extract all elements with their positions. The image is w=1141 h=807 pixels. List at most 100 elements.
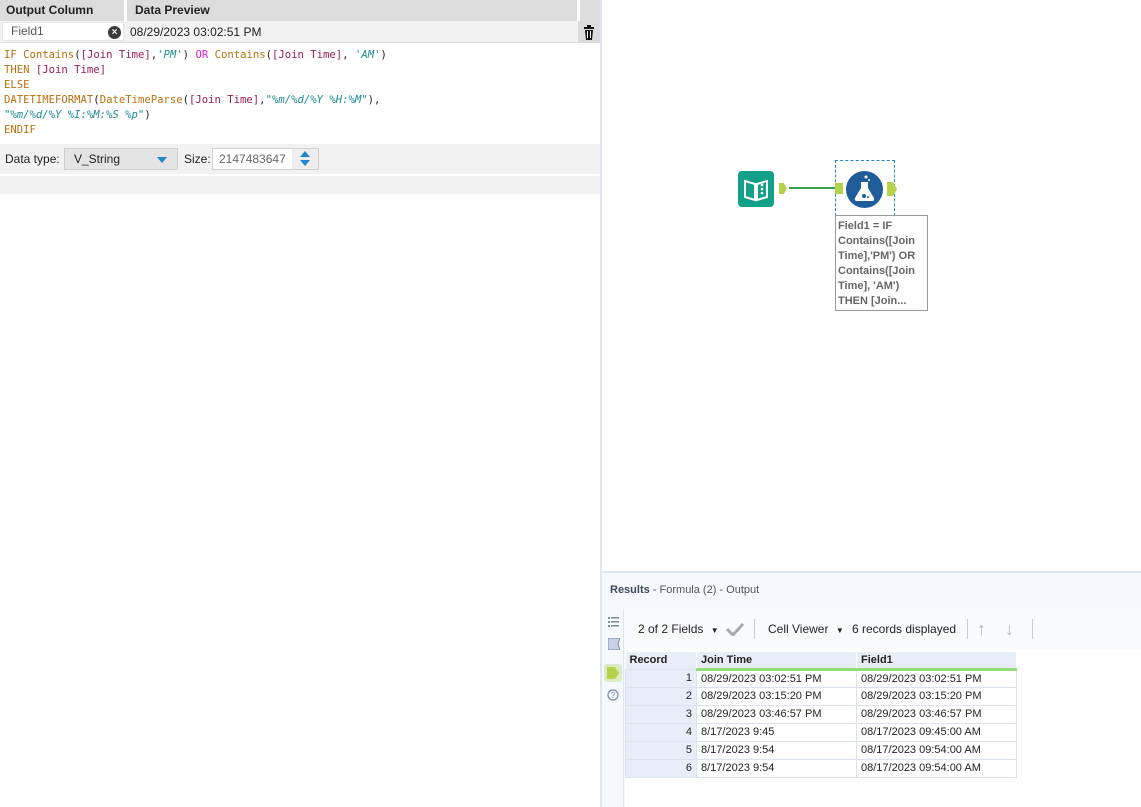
field1-cell[interactable]: 08/29/2023 03:46:57 PM [856, 704, 1017, 724]
table-header-row: Record Join Time Field1 [625, 652, 1017, 671]
checkmark-icon[interactable] [726, 622, 744, 636]
fields-selector[interactable]: 2 of 2 Fields ▼ [638, 609, 719, 649]
join-time-cell[interactable]: 8/17/2023 9:54 [696, 758, 857, 778]
annotation-line: THEN [Join... [838, 295, 907, 307]
annotation-line: Field1 = IF [838, 220, 893, 232]
join-time-cell[interactable]: 8/17/2023 9:54 [696, 740, 857, 760]
toolbar-separator [754, 619, 755, 639]
output-anchor-button[interactable] [604, 664, 622, 682]
size-stepper[interactable] [292, 149, 318, 169]
join-time-cell[interactable]: 08/29/2023 03:46:57 PM [696, 704, 857, 724]
chevron-down-icon: ▼ [835, 626, 844, 635]
book-icon [744, 179, 768, 202]
field1-cell[interactable]: 08/29/2023 03:02:51 PM [856, 668, 1017, 688]
output-column-header: Output Column [6, 3, 94, 17]
data-preview-value: 08/29/2023 03:02:51 PM [130, 25, 262, 39]
output-field-input[interactable]: Field1 [2, 22, 124, 41]
results-panel: Results - Formula (2) - Output ? 2 of 2 … [602, 571, 1141, 807]
workflow-canvas[interactable]: Field1 = IF Contains([Join Time],'PM') OR C… [602, 0, 1141, 570]
toolbar-separator [967, 619, 968, 639]
input-anchor-icon[interactable] [608, 638, 620, 650]
arrow-up-icon[interactable] [300, 151, 310, 157]
table-row[interactable]: 3 08/29/2023 03:46:57 PM 08/29/2023 03:46:… [625, 704, 1017, 724]
size-label: Size: [184, 152, 211, 166]
field-row[interactable]: Field1 × 08/29/2023 03:02:51 PM [0, 21, 600, 43]
results-grid-area: 2 of 2 Fields ▼ Cell Viewer ▼ 6 records … [625, 609, 1141, 807]
join-time-cell[interactable]: 08/29/2023 03:02:51 PM [696, 668, 857, 688]
formula-tool[interactable] [846, 171, 883, 208]
data-type-value: V_String [74, 152, 121, 166]
connection-line[interactable] [789, 187, 836, 189]
formula-config-panel: Output Column Data Preview Field1 × 08/2… [0, 0, 600, 807]
field1-cell[interactable]: 08/29/2023 03:15:20 PM [856, 686, 1017, 706]
svg-text:?: ? [611, 691, 616, 700]
results-title-label: Results [610, 584, 650, 596]
size-input[interactable]: 2147483647 [212, 148, 319, 170]
records-count: 6 records displayed [852, 622, 957, 636]
table-row[interactable]: 2 08/29/2023 03:15:20 PM 08/29/2023 03:15:… [625, 686, 1017, 706]
header-separator [577, 0, 580, 21]
expression-editor[interactable]: IF Contains([Join Time],'PM') OR Contain… [4, 48, 387, 138]
output-anchor-icon [607, 667, 619, 679]
expression-line: "%m/%d/%Y %I:%M:%S %p") [4, 109, 151, 121]
table-row[interactable]: 6 8/17/2023 9:54 08/17/2023 09:54:00 AM [625, 758, 1017, 778]
column-header-row: Output Column Data Preview [0, 0, 600, 21]
help-icon[interactable]: ? [607, 689, 619, 701]
fields-selector-label: 2 of 2 Fields [638, 622, 704, 636]
flask-icon [854, 175, 875, 201]
expression-line: DATETIMEFORMAT(DateTimeParse([Join Time]… [4, 94, 381, 106]
record-number-cell[interactable]: 2 [625, 686, 697, 706]
table-row[interactable]: 1 08/29/2023 03:02:51 PM 08/29/2023 03:02:… [625, 668, 1017, 688]
join-time-cell[interactable]: 08/29/2023 03:15:20 PM [696, 686, 857, 706]
column-header-join-time[interactable]: Join Time [696, 652, 857, 671]
header-separator [124, 0, 127, 21]
cell-viewer-label: Cell Viewer [768, 622, 829, 636]
record-number-cell[interactable]: 1 [625, 668, 697, 688]
delete-field-button[interactable] [578, 21, 600, 43]
list-icon[interactable] [608, 617, 619, 627]
results-title: Results - Formula (2) - Output [610, 584, 759, 596]
field1-cell[interactable]: 08/17/2023 09:54:00 AM [856, 758, 1017, 778]
column-header-field1[interactable]: Field1 [856, 652, 1017, 671]
arrow-up-icon[interactable]: ↑ [977, 609, 986, 649]
data-type-select[interactable]: V_String [64, 148, 178, 170]
results-sidebar: ? [602, 609, 624, 807]
expression-line: IF Contains([Join Time],'PM') OR Contain… [4, 49, 387, 61]
size-value: 2147483647 [219, 152, 286, 166]
table-row[interactable]: 5 8/17/2023 9:54 08/17/2023 09:54:00 AM [625, 740, 1017, 760]
chevron-down-icon [157, 157, 167, 163]
expression-line: THEN [Join Time] [4, 64, 107, 76]
chevron-down-icon: ▼ [710, 626, 719, 635]
add-field-row[interactable] [0, 176, 600, 194]
input-data-tool[interactable] [738, 171, 774, 207]
column-header-record[interactable]: Record [625, 652, 697, 669]
cell-viewer-selector[interactable]: Cell Viewer ▼ [768, 609, 844, 649]
clear-field-icon[interactable]: × [108, 26, 121, 39]
annotation-line: Contains([Join [838, 235, 915, 247]
record-number-cell[interactable]: 3 [625, 704, 697, 724]
output-anchor[interactable] [779, 183, 787, 194]
table-row[interactable]: 4 8/17/2023 9:45 08/17/2023 09:45:00 AM [625, 722, 1017, 742]
results-table: Record Join Time Field1 1 08/29/2023 03:0… [625, 652, 1017, 778]
arrow-down-icon[interactable] [300, 160, 310, 166]
arrow-down-icon[interactable]: ↓ [1005, 609, 1014, 649]
data-type-label: Data type: [5, 152, 60, 166]
join-time-cell[interactable]: 8/17/2023 9:45 [696, 722, 857, 742]
data-type-row: Data type: V_String Size: 2147483647 [0, 144, 600, 174]
record-number-cell[interactable]: 5 [625, 740, 697, 760]
input-anchor[interactable] [835, 183, 843, 194]
annotation-line: Contains([Join [838, 265, 915, 277]
expression-line: ENDIF [4, 124, 36, 136]
data-preview-header: Data Preview [135, 3, 210, 17]
annotation-line: Time],'PM') OR [838, 250, 916, 262]
record-number-cell[interactable]: 6 [625, 758, 697, 778]
field1-cell[interactable]: 08/17/2023 09:45:00 AM [856, 722, 1017, 742]
trash-icon [584, 24, 594, 40]
field1-cell[interactable]: 08/17/2023 09:54:00 AM [856, 740, 1017, 760]
formula-output-anchor[interactable] [887, 182, 897, 196]
record-number-cell[interactable]: 4 [625, 722, 697, 742]
annotation-line: Time], 'AM') [838, 280, 900, 292]
results-subtitle: - Formula (2) - Output [649, 584, 760, 596]
toolbar-separator [1032, 619, 1033, 639]
tool-annotation: Field1 = IF Contains([Join Time],'PM') OR C… [835, 215, 928, 311]
